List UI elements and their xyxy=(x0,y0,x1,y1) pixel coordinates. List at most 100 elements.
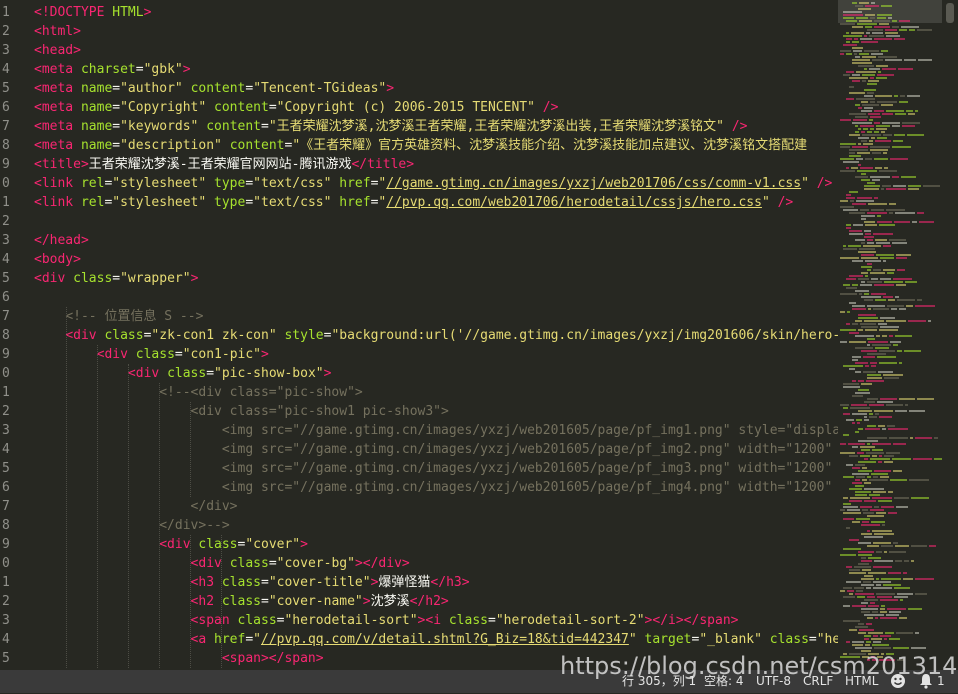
code-token: href xyxy=(339,195,371,210)
minimap-code-mark xyxy=(864,482,871,484)
minimap-code-mark xyxy=(849,629,857,631)
minimap-code-mark xyxy=(877,596,892,598)
minimap-code-mark xyxy=(858,623,864,625)
minimap-code-mark xyxy=(870,101,875,103)
minimap-code-mark xyxy=(849,77,868,79)
code-token: <title> xyxy=(34,157,89,172)
minimap-code-mark xyxy=(877,137,887,139)
line-number: 2 xyxy=(2,24,10,39)
code-token: class xyxy=(198,537,238,552)
minimap-code-mark xyxy=(875,347,889,349)
minimap-code-mark xyxy=(864,221,875,223)
minimap-code-mark xyxy=(882,335,887,337)
minimap-code-mark xyxy=(846,581,861,583)
minimap-code-mark xyxy=(861,449,870,451)
minimap-code-mark xyxy=(840,143,856,145)
code-token: name xyxy=(80,100,113,115)
minimap-code-mark xyxy=(909,29,915,31)
minimap-code-mark xyxy=(876,125,890,127)
minimap-code-mark xyxy=(865,365,869,367)
code-token: target xyxy=(644,632,692,647)
minimap-code-mark xyxy=(858,554,872,556)
code-line: <a href="//pvp.qq.com/v/detail.shtml?G_B… xyxy=(34,630,838,649)
minimap-code-mark xyxy=(846,197,855,199)
minimap-code-mark xyxy=(874,20,890,22)
scrollbar-thumb[interactable] xyxy=(946,3,954,23)
minimap-code-mark xyxy=(884,377,899,379)
minimap-code-mark xyxy=(854,38,858,40)
minimap-code-mark xyxy=(883,584,901,586)
code-line: <meta charset="gbk"> xyxy=(34,60,191,79)
line-number: 2 xyxy=(2,214,10,229)
code-token: "Copyright" xyxy=(120,100,207,115)
minimap-code-mark xyxy=(868,113,880,115)
minimap-code-mark xyxy=(862,74,875,76)
minimap-code-mark xyxy=(858,8,871,10)
minimap-code-mark xyxy=(867,131,872,133)
minimap-code-mark xyxy=(929,545,936,547)
code-token: "con1-pic" xyxy=(182,347,262,362)
minimap-code-mark xyxy=(900,599,903,601)
minimap-code-mark xyxy=(871,293,886,295)
minimap-code-mark xyxy=(915,593,927,595)
minimap-code-mark xyxy=(843,620,860,622)
minimap-code-mark xyxy=(865,329,877,331)
code-token: "_blank" xyxy=(699,632,762,647)
minimap-code-mark xyxy=(889,437,908,439)
code-token: href xyxy=(339,176,371,191)
minimap-code-mark xyxy=(877,14,892,16)
minimap[interactable] xyxy=(838,0,958,670)
minimap-code-mark xyxy=(861,326,878,328)
minimap-code-mark xyxy=(876,593,895,595)
minimap-code-mark xyxy=(863,581,871,583)
code-token: class xyxy=(237,613,277,628)
code-token: <div class="pic-show1 pic-show3"> xyxy=(190,404,449,419)
minimap-code-mark xyxy=(879,362,897,364)
code-token: name xyxy=(80,138,113,153)
minimap-code-mark xyxy=(876,551,882,553)
minimap-code-mark xyxy=(849,302,856,304)
minimap-code-mark xyxy=(852,305,865,307)
minimap-code-mark xyxy=(850,200,854,202)
minimap-code-mark xyxy=(856,476,865,478)
minimap-code-mark xyxy=(861,350,877,352)
minimap-code-mark xyxy=(861,602,868,604)
minimap-code-mark xyxy=(858,470,872,472)
code-token: = xyxy=(268,100,277,115)
line-number: 5 xyxy=(2,81,10,96)
minimap-code-mark xyxy=(883,245,891,247)
minimap-code-mark xyxy=(923,185,940,187)
minimap-code-mark xyxy=(852,308,866,310)
minimap-code-mark xyxy=(874,158,888,160)
minimap-code-mark xyxy=(915,110,918,112)
code-token: > xyxy=(300,537,308,552)
minimap-code-mark xyxy=(899,398,915,400)
code-editor[interactable]: <!DOCTYPE HTML> <html> <head> <meta charset… xyxy=(34,0,838,670)
minimap-code-mark xyxy=(869,416,877,418)
minimap-code-mark xyxy=(852,62,872,64)
minimap-code-mark xyxy=(860,125,874,127)
minimap-code-mark xyxy=(854,53,857,55)
code-line: </head> xyxy=(34,231,89,250)
minimap-code-mark xyxy=(872,32,883,34)
minimap-code-mark xyxy=(896,632,913,634)
code-token: <span xyxy=(190,613,238,628)
code-token: = xyxy=(112,81,121,96)
code-token: <img src="//game.gtimg.cn/images/yxzj/we… xyxy=(221,442,838,457)
minimap-code-mark xyxy=(840,554,856,556)
minimap-code-mark xyxy=(873,641,881,643)
minimap-code-mark xyxy=(883,134,892,136)
minimap-code-mark xyxy=(877,215,881,217)
minimap-code-mark xyxy=(867,29,883,31)
minimap-code-mark xyxy=(851,167,858,169)
minimap-code-mark xyxy=(847,590,854,592)
minimap-code-mark xyxy=(870,17,875,19)
minimap-code-mark xyxy=(843,35,862,37)
vertical-scrollbar[interactable] xyxy=(942,0,958,670)
minimap-code-mark xyxy=(862,104,879,106)
minimap-code-mark xyxy=(870,509,884,511)
code-token: class xyxy=(167,366,207,381)
